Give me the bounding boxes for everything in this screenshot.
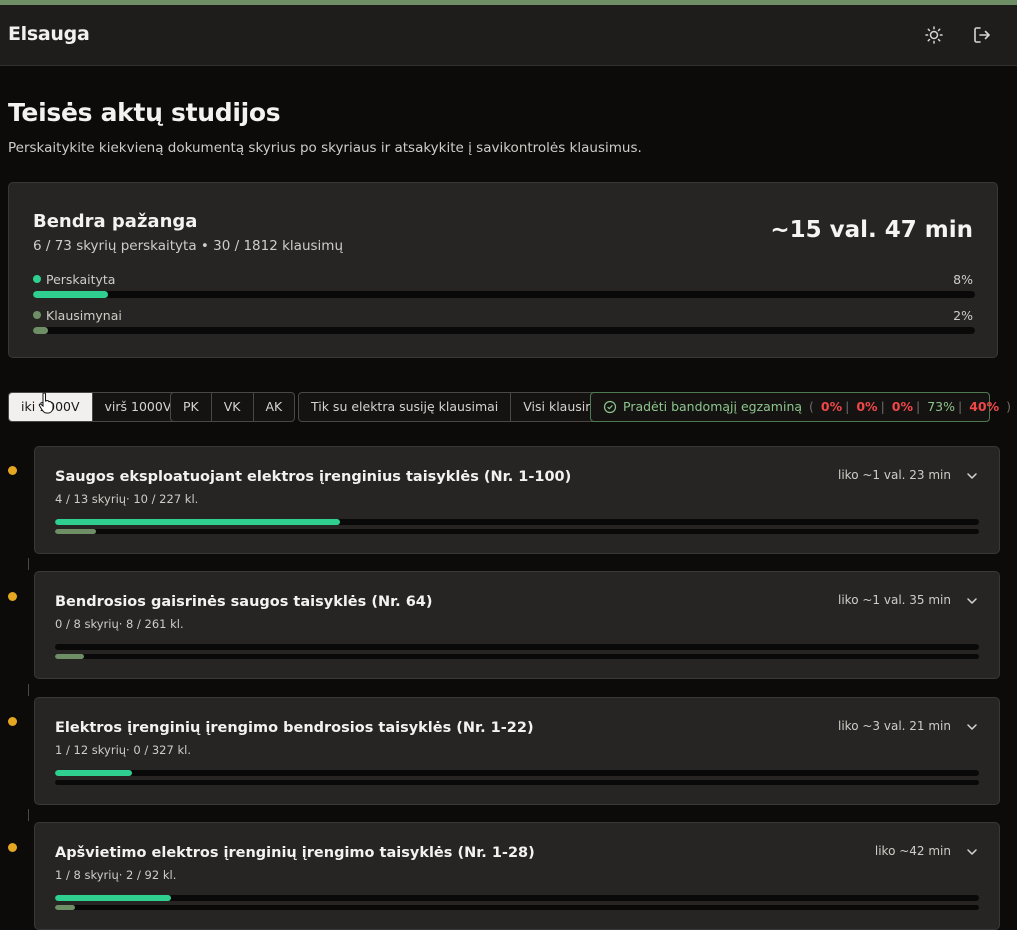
app-title: Elsauga	[8, 23, 90, 45]
chapter-meta: 4 / 13 skyrių· 10 / 227 kl.	[55, 492, 199, 506]
chapter-quiz-track	[55, 780, 979, 785]
overall-time: ~15 val. 47 min	[770, 217, 973, 243]
exam-score-3: 0%	[891, 399, 913, 414]
start-exam-button[interactable]: Pradėti bandomąjį egzaminą ( 0% | 0% | 0% |…	[590, 392, 1011, 422]
chapter-read-track	[55, 644, 979, 650]
read-percent: 8%	[953, 272, 973, 287]
filter-pk[interactable]: PK	[171, 393, 212, 421]
chapter-title: Saugos eksploatuojant elektros įrenginiu…	[55, 469, 572, 485]
chapter-remaining: liko ~1 val. 23 min	[838, 468, 951, 482]
chapter-meta: 1 / 8 skyrių· 2 / 92 kl.	[55, 868, 177, 882]
read-dot-icon	[33, 275, 41, 283]
filter-electric-questions[interactable]: Tik su elektra susiję klausimai	[299, 393, 512, 421]
timeline-connector	[28, 809, 29, 821]
chapter-card[interactable]: Saugos eksploatuojant elektros įrenginiu…	[34, 446, 1000, 554]
chapter-quiz-track	[55, 529, 979, 534]
overall-stats: 6 / 73 skyrių perskaityta • 30 / 1812 kl…	[33, 238, 343, 254]
chapter-status-dot	[8, 843, 17, 852]
filter-ak[interactable]: AK	[254, 393, 295, 421]
quiz-progress-track	[33, 327, 975, 334]
chapter-title: Elektros įrenginių įrengimo bendrosios t…	[55, 720, 534, 736]
read-progress-fill	[33, 291, 109, 298]
quiz-progress-fill	[33, 327, 49, 334]
chapter-card[interactable]: Apšvietimo elektros įrenginių įrengimo t…	[34, 822, 1000, 930]
exam-score-5: 40%	[969, 399, 1000, 414]
overall-progress-card: Bendra pažanga 6 / 73 skyrių perskaityta…	[8, 182, 998, 358]
chapter-read-fill	[55, 519, 340, 525]
read-progress-track	[33, 291, 975, 298]
exam-score-4: 73%	[927, 399, 955, 414]
quiz-dot-icon	[33, 311, 41, 319]
chapter-quiz-fill	[55, 529, 96, 534]
timeline-connector	[28, 684, 29, 696]
chapter-status-dot	[8, 592, 17, 601]
group-filter: PK VK AK	[170, 392, 296, 422]
chapter-read-fill	[55, 770, 132, 776]
exam-score-1: 0%	[820, 399, 843, 414]
chapter-quiz-fill	[55, 905, 76, 910]
logout-icon[interactable]	[971, 24, 993, 46]
chapter-status-dot	[8, 466, 17, 475]
overall-title: Bendra pažanga	[33, 211, 198, 232]
chapter-title: Apšvietimo elektros įrenginių įrengimo t…	[55, 845, 535, 861]
page-subtitle: Perskaitykite kiekvieną dokumentą skyriu…	[8, 140, 642, 156]
chapter-meta: 1 / 12 skyrių· 0 / 327 kl.	[55, 743, 191, 757]
chapter-remaining: liko ~42 min	[874, 844, 951, 858]
chapter-remaining: liko ~3 val. 21 min	[838, 719, 951, 733]
legend-read: Perskaityta	[33, 272, 115, 287]
chevron-down-icon[interactable]	[965, 469, 979, 483]
chevron-down-icon[interactable]	[965, 594, 979, 608]
chapter-quiz-track	[55, 905, 979, 910]
chapter-status-dot	[8, 717, 17, 726]
chapter-quiz-fill	[55, 654, 84, 659]
app-header: Elsauga	[0, 5, 1017, 66]
chapter-card[interactable]: Bendrosios gaisrinės saugos taisyklės (N…	[34, 571, 1000, 679]
check-circle-icon	[603, 400, 617, 414]
chapter-read-fill	[55, 895, 171, 901]
chevron-down-icon[interactable]	[965, 720, 979, 734]
question-filter: Tik su elektra susiję klausimai Visi kla…	[298, 392, 622, 422]
chapter-read-track	[55, 519, 979, 525]
exam-score-2: 0%	[856, 399, 878, 414]
chapter-read-track	[55, 895, 979, 901]
chevron-down-icon[interactable]	[965, 845, 979, 859]
chapter-meta: 0 / 8 skyrių· 8 / 261 kl.	[55, 617, 184, 631]
timeline-connector	[28, 558, 29, 570]
chapter-remaining: liko ~1 val. 35 min	[838, 593, 951, 607]
chapter-read-track	[55, 770, 979, 776]
sun-icon[interactable]	[923, 24, 945, 46]
filter-vk[interactable]: VK	[212, 393, 254, 421]
legend-quiz: Klausimynai	[33, 308, 122, 323]
voltage-filter: iki 1000V virš 1000V	[8, 392, 185, 422]
pointer-cursor-icon	[38, 392, 54, 414]
quiz-percent: 2%	[953, 308, 973, 323]
chapter-quiz-track	[55, 654, 979, 659]
page-title: Teisės aktų studijos	[8, 98, 281, 127]
chapter-card[interactable]: Elektros įrenginių įrengimo bendrosios t…	[34, 697, 1000, 805]
chapter-title: Bendrosios gaisrinės saugos taisyklės (N…	[55, 594, 433, 610]
